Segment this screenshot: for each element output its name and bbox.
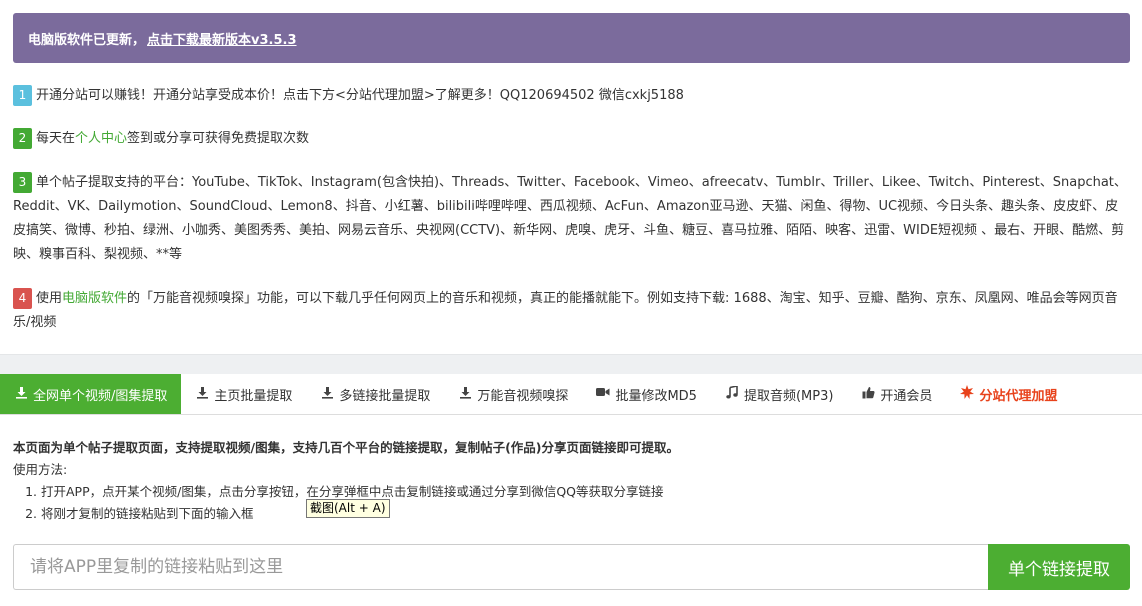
tab-multi-link-batch[interactable]: 多链接批量提取 <box>306 374 444 414</box>
personal-center-link[interactable]: 个人中心 <box>75 131 127 146</box>
section-divider <box>0 354 1142 374</box>
tab-label: 全网单个视频/图集提取 <box>33 388 168 404</box>
usage-label: 使用方法: <box>13 462 68 477</box>
notice-text-pre: 使用 <box>36 291 63 306</box>
thumbs-up-icon <box>861 386 875 403</box>
download-latest-link[interactable]: 点击下载最新版本v3.5.3 <box>147 29 297 48</box>
notice-number-badge: 4 <box>13 288 32 309</box>
notice-number-badge: 3 <box>13 172 32 193</box>
notice-item-1: 1 开通分站可以赚钱！开通分站享受成本价！点击下方<分站代理加盟>了解更多！QQ1… <box>13 84 1130 108</box>
single-link-extract-button[interactable]: 单个链接提取 <box>988 544 1130 590</box>
usage-description: 本页面为单个帖子提取页面，支持提取视频/图集，支持几百个平台的链接提取，复制帖子… <box>13 437 1130 525</box>
tab-media-sniffer[interactable]: 万能音视频嗅探 <box>444 374 582 414</box>
download-icon <box>195 386 209 403</box>
video-camera-icon <box>596 386 610 402</box>
page-headline: 本页面为单个帖子提取页面，支持提取视频/图集，支持几百个平台的链接提取，复制帖子… <box>13 440 679 455</box>
notice-list: 1 开通分站可以赚钱！开通分站享受成本价！点击下方<分站代理加盟>了解更多！QQ1… <box>13 84 1130 335</box>
tool-tabs: 全网单个视频/图集提取 主页批量提取 多链接批量提取 万能音视频嗅探 批量修改M… <box>0 374 1142 415</box>
notice-item-2: 2 每天在个人中心签到或分享可获得免费提取次数 <box>13 127 1130 151</box>
notice-number-badge: 2 <box>13 128 32 149</box>
usage-steps: 打开APP，点开某个视频/图集，点击分享按钮，在分享弹框中点击复制链接或通过分享… <box>13 481 1130 525</box>
tab-label: 万能音视频嗅探 <box>477 388 569 404</box>
tab-label: 批量修改MD5 <box>615 388 697 404</box>
tab-batch-md5[interactable]: 批量修改MD5 <box>582 374 711 414</box>
link-input[interactable] <box>13 544 988 590</box>
link-extract-form: 单个链接提取 <box>13 544 1130 590</box>
tab-label: 分站代理加盟 <box>979 388 1058 404</box>
tab-agent-franchise[interactable]: 分站代理加盟 <box>946 374 1071 414</box>
music-note-icon <box>725 384 739 403</box>
download-icon <box>14 386 28 403</box>
update-banner: 电脑版软件已更新， 点击下载最新版本v3.5.3 <box>13 13 1130 63</box>
banner-text: 电脑版软件已更新， <box>28 32 146 48</box>
usage-step: 将刚才复制的链接粘贴到下面的输入框 <box>41 503 1130 525</box>
notice-text: 单个帖子提取支持的平台：YouTube、TikTok、Instagram(包含快… <box>13 175 1127 262</box>
download-icon <box>458 386 472 403</box>
tab-label: 多链接批量提取 <box>339 388 431 404</box>
desktop-software-link[interactable]: 电脑版软件 <box>62 291 127 306</box>
tab-homepage-batch[interactable]: 主页批量提取 <box>181 374 306 414</box>
notice-item-4: 4 使用电脑版软件的「万能音视频嗅探」功能，可以下载几乎任何网页上的音乐和视频，真… <box>13 287 1130 335</box>
star-burst-icon <box>960 385 975 403</box>
tab-single-extract[interactable]: 全网单个视频/图集提取 <box>0 374 182 414</box>
tab-label: 开通会员 <box>880 388 933 404</box>
usage-step: 打开APP，点开某个视频/图集，点击分享按钮，在分享弹框中点击复制链接或通过分享… <box>41 481 1130 503</box>
tab-extract-audio[interactable]: 提取音频(MP3) <box>711 374 847 414</box>
tab-label: 提取音频(MP3) <box>743 388 834 404</box>
notice-text-post: 签到或分享可获得免费提取次数 <box>127 131 310 146</box>
tab-membership[interactable]: 开通会员 <box>847 374 946 414</box>
notice-text-pre: 每天在 <box>36 131 76 146</box>
notice-text-post: 的「万能音视频嗅探」功能，可以下载几乎任何网页上的音乐和视频，真正的能播就能下。… <box>13 291 1118 330</box>
screenshot-tooltip: 截图(Alt + A) <box>306 499 390 518</box>
tab-label: 主页批量提取 <box>214 388 293 404</box>
notice-text: 开通分站可以赚钱！开通分站享受成本价！点击下方<分站代理加盟>了解更多！QQ12… <box>36 88 684 103</box>
notice-item-3: 3 单个帖子提取支持的平台：YouTube、TikTok、Instagram(包含… <box>13 171 1130 267</box>
download-icon <box>320 386 334 403</box>
notice-number-badge: 1 <box>13 85 32 106</box>
